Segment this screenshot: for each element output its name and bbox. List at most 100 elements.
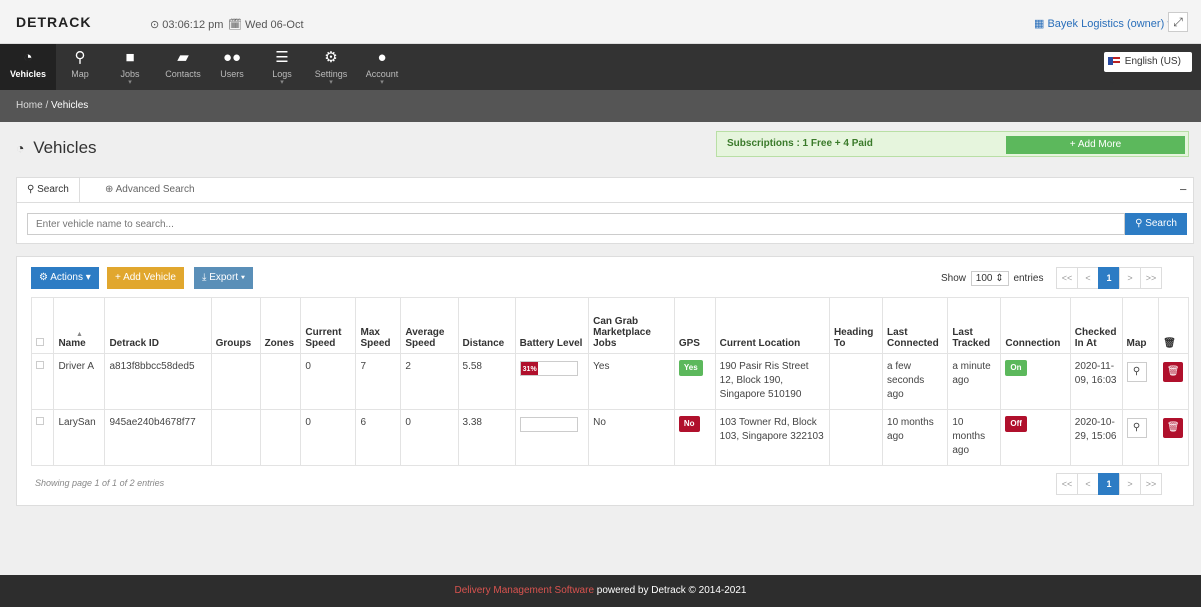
vehicle-gps-cell: Yes xyxy=(673,353,716,410)
vehicle-location: 103 Towner Rd, Block 103, Singapore 3221… xyxy=(714,409,830,466)
select-all-checkbox[interactable] xyxy=(36,338,44,346)
search-input[interactable] xyxy=(27,213,1125,235)
export-button[interactable]: ⤓ Export ▾ xyxy=(194,267,254,289)
breadcrumb-current: Vehicles xyxy=(51,100,89,111)
page-1-button[interactable]: 1 xyxy=(1098,473,1120,495)
language-select[interactable]: English (US) ⌄ xyxy=(1104,52,1192,87)
breadcrumb-home[interactable]: Home xyxy=(16,100,43,111)
col-checked-in-at[interactable]: Checked In At xyxy=(1069,297,1123,354)
nav-label: Settings xyxy=(314,69,348,79)
table-row[interactable]: LarySan 945ae240b4678f77 0 6 0 3.38 No N… xyxy=(30,409,1189,466)
vehicle-checked-in: 2020-11-09, 16:03 xyxy=(1069,353,1123,410)
footer: Delivery Management Software powered by … xyxy=(0,575,1201,607)
col-marketplace[interactable]: Can Grab Marketplace Jobs xyxy=(588,297,675,354)
vehicle-name[interactable]: LarySan xyxy=(53,409,106,466)
entries-select[interactable]: 100 ⇕ xyxy=(970,271,1009,286)
search-button[interactable]: ⚲ Search xyxy=(1125,213,1187,235)
last-page-button[interactable]: >> xyxy=(1140,267,1162,289)
nav-item-vehicles[interactable]: ◔ Vehicles xyxy=(0,44,56,90)
vehicle-last-connected: 10 months ago xyxy=(882,409,949,466)
col-current-location[interactable]: Current Location xyxy=(714,297,830,354)
company-dropdown[interactable]: ▦ Bayek Logistics (owner) ▾ xyxy=(1034,17,1173,30)
col-connection[interactable]: Connection xyxy=(1000,297,1071,354)
subscriptions-text: Subscriptions : 1 Free + 4 Paid xyxy=(727,138,873,149)
actions-button[interactable]: ⚙ Actions ▾ xyxy=(31,267,99,289)
col-last-connected[interactable]: Last Connected xyxy=(882,297,949,354)
col-name[interactable]: ▲ Name xyxy=(53,297,106,354)
col-groups[interactable]: Groups xyxy=(210,297,261,354)
row-checkbox[interactable] xyxy=(36,361,44,369)
col-current-speed[interactable]: Current Speed xyxy=(300,297,357,354)
search-icon: ⚲ xyxy=(1135,218,1143,229)
nav-item-map[interactable]: ⚲ Map xyxy=(60,44,100,90)
vehicle-last-connected: a few seconds ago xyxy=(882,353,949,410)
first-page-button[interactable]: << xyxy=(1056,473,1078,495)
vehicles-table-panel: ⚙ Actions ▾ + Add Vehicle ⤓ Export ▾ Sho… xyxy=(16,256,1194,506)
building-icon: ▦ xyxy=(1034,18,1045,30)
col-average-speed[interactable]: Average Speed xyxy=(400,297,459,354)
last-page-button[interactable]: >> xyxy=(1140,473,1162,495)
vehicle-checked-in: 2020-10-29, 15:06 xyxy=(1069,409,1123,466)
pagination-top: << < 1 > >> xyxy=(1056,267,1162,289)
top-bar: DETRACK ⊙ 03:06:12 pm 🗓 Wed 06-Oct ▦ Bay… xyxy=(0,0,1201,44)
vehicle-connection-cell: Off xyxy=(1000,409,1071,466)
map-marker-icon[interactable]: ⚲ xyxy=(1126,362,1147,382)
caret-down-icon: ▾ xyxy=(280,79,284,86)
col-last-tracked[interactable]: Last Tracked xyxy=(947,297,1002,354)
vehicle-current-speed: 0 xyxy=(300,409,357,466)
vehicle-max-speed: 7 xyxy=(355,353,402,410)
vehicle-map-cell: ⚲ xyxy=(1121,409,1160,466)
add-vehicle-label: Add Vehicle xyxy=(123,272,176,283)
gps-badge: No xyxy=(678,416,700,432)
next-page-button[interactable]: > xyxy=(1119,267,1141,289)
col-zones[interactable]: Zones xyxy=(259,297,302,354)
vehicle-name[interactable]: Driver A xyxy=(53,353,106,410)
trash-icon[interactable]: 🗑 xyxy=(1163,418,1184,438)
col-max-speed[interactable]: Max Speed xyxy=(355,297,402,354)
next-page-button[interactable]: > xyxy=(1119,473,1141,495)
nav-item-logs[interactable]: ☰ Logs ▾ xyxy=(262,44,302,90)
vehicle-marketplace: No xyxy=(588,409,675,466)
tab-search[interactable]: ⚲ Search xyxy=(17,178,80,202)
prev-page-button[interactable]: < xyxy=(1077,267,1099,289)
main-nav: ◔ Vehicles ⚲ Map ■ Jobs ▾ ▰ Contacts ●● … xyxy=(0,44,1201,90)
page-1-button[interactable]: 1 xyxy=(1098,267,1120,289)
vehicle-delete-cell: 🗑 xyxy=(1158,409,1189,466)
user-icon: ● xyxy=(377,49,387,66)
nav-item-settings[interactable]: ⚙ Settings ▾ xyxy=(308,44,354,90)
vehicle-current-speed: 0 xyxy=(300,353,357,410)
tab-search-label: Search xyxy=(37,184,69,195)
col-detrack-id[interactable]: Detrack ID xyxy=(104,297,212,354)
col-gps[interactable]: GPS xyxy=(673,297,716,354)
book-icon: ▰ xyxy=(177,49,189,66)
col-battery-level[interactable]: Battery Level xyxy=(514,297,590,354)
table-row[interactable]: Driver A a813f8bbcc58ded5 0 7 2 5.58 31%… xyxy=(30,353,1189,410)
map-marker-icon[interactable]: ⚲ xyxy=(1126,418,1147,438)
tab-advanced-label: Advanced Search xyxy=(115,184,195,195)
prev-page-button[interactable]: < xyxy=(1077,473,1099,495)
first-page-button[interactable]: << xyxy=(1056,267,1078,289)
collapse-icon[interactable]: − xyxy=(1179,182,1187,197)
page-title: ◔ Vehicles xyxy=(16,138,97,158)
add-more-button[interactable]: + Add More xyxy=(1006,136,1185,154)
expand-icon[interactable]: ⤢ xyxy=(1168,12,1188,32)
vehicle-detrack-id: 945ae240b4678f77 xyxy=(104,409,212,466)
gear-icon: ⚙ xyxy=(324,49,338,66)
caret-down-icon: ▾ xyxy=(240,272,246,283)
nav-item-users[interactable]: ●● Users xyxy=(212,44,252,90)
vehicle-delete-cell: 🗑 xyxy=(1158,353,1189,410)
add-vehicle-button[interactable]: + Add Vehicle xyxy=(107,267,184,289)
row-checkbox[interactable] xyxy=(36,417,44,425)
trash-icon[interactable]: 🗑 xyxy=(1163,362,1184,382)
detrack-logo[interactable]: DETRACK xyxy=(16,14,91,30)
nav-item-jobs[interactable]: ■ Jobs ▾ xyxy=(110,44,150,90)
breadcrumb-separator: / xyxy=(45,100,49,111)
tab-advanced-search[interactable]: ⊕ Advanced Search xyxy=(95,178,205,202)
col-heading-to[interactable]: Heading To xyxy=(828,297,884,354)
nav-item-account[interactable]: ● Account ▾ xyxy=(360,44,404,90)
col-map[interactable]: Map xyxy=(1121,297,1160,354)
table-summary: Showing page 1 of 1 of 2 entries xyxy=(35,478,165,488)
nav-item-contacts[interactable]: ▰ Contacts xyxy=(160,44,206,90)
col-distance[interactable]: Distance xyxy=(457,297,516,354)
footer-link[interactable]: Delivery Management Software xyxy=(455,585,595,596)
